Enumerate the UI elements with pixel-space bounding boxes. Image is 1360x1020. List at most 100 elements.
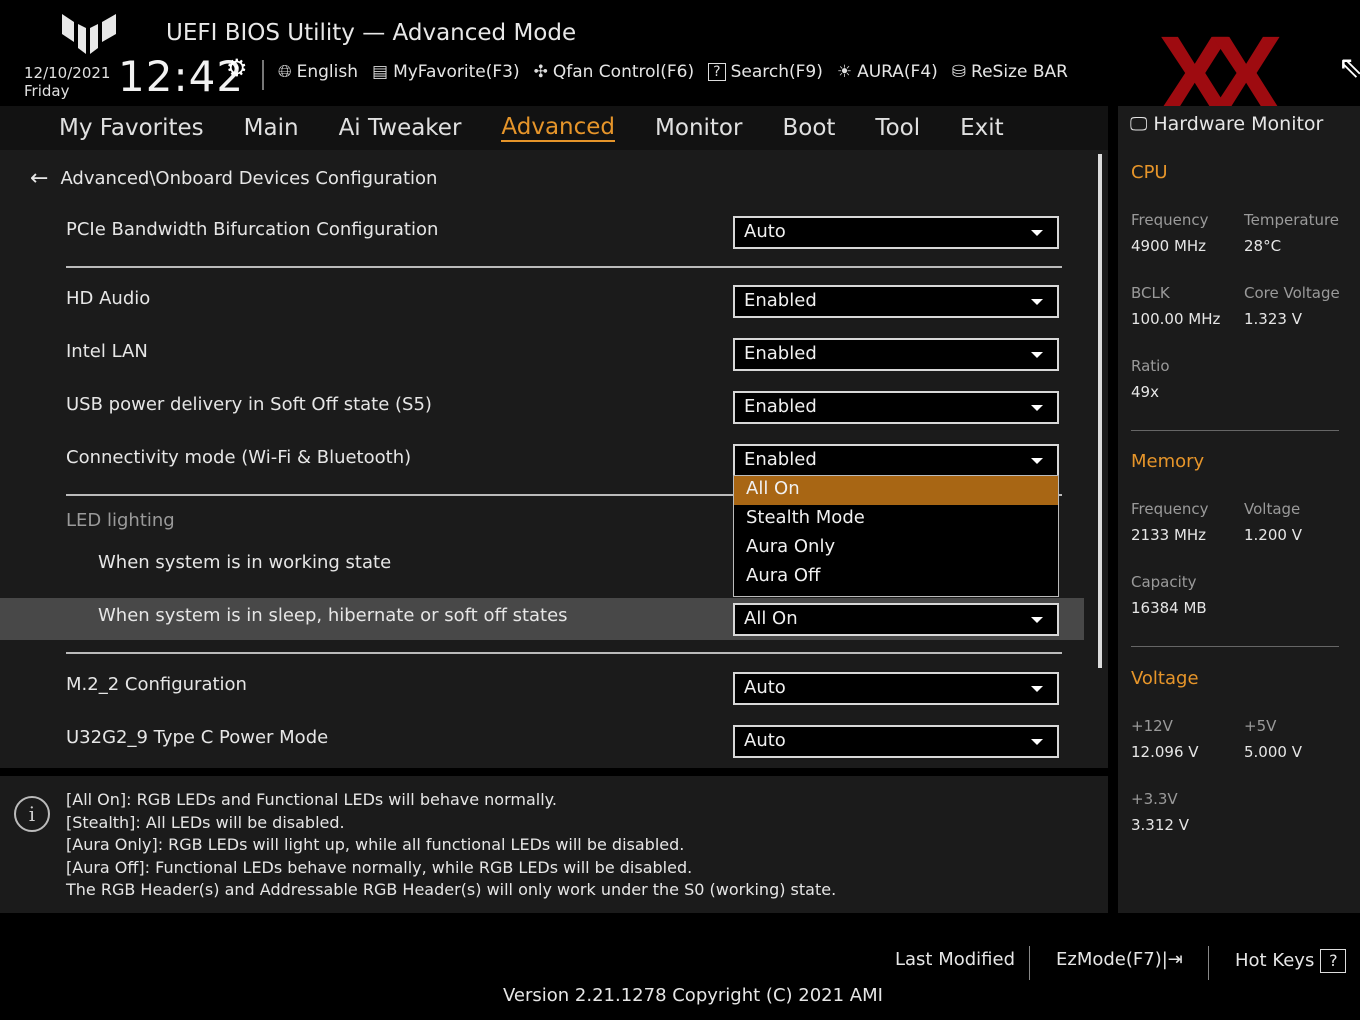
select-value: Enabled — [744, 449, 817, 470]
tab-my-favorites[interactable]: My Favorites — [59, 115, 204, 141]
led-lighting-heading: LED lighting — [66, 510, 175, 531]
u32g2-select[interactable]: Auto — [733, 725, 1059, 758]
option-stealth-mode[interactable]: Stealth Mode — [734, 505, 1058, 534]
caret-down-icon — [1031, 405, 1043, 411]
help-line: [All On]: RGB LEDs and Functional LEDs w… — [66, 790, 557, 809]
breadcrumb-path: Advanced\Onboard Devices Configuration — [60, 168, 438, 189]
help-text: [All On]: RGB LEDs and Functional LEDs w… — [66, 789, 836, 902]
help-line: [Aura Off]: Functional LEDs behave norma… — [66, 857, 693, 877]
language-button[interactable]: 🌐︎ English — [278, 62, 358, 82]
myfavorite-button[interactable]: ▤ MyFavorite(F3) — [372, 62, 520, 82]
qfan-button[interactable]: ✣ Qfan Control(F6) — [534, 62, 695, 82]
cpu-heading: CPU — [1131, 162, 1168, 183]
last-modified-button[interactable]: Last Modified — [895, 949, 1015, 970]
v12-label: +12V — [1131, 717, 1173, 735]
back-arrow-icon[interactable]: ← — [30, 166, 48, 191]
help-line: [Stealth]: All LEDs will be disabled. — [66, 812, 345, 832]
app-title: UEFI BIOS Utility — Advanced Mode — [166, 20, 577, 46]
resizebar-label: ReSize BAR — [971, 62, 1068, 82]
divider — [66, 652, 1062, 654]
m2-2-label: M.2_2 Configuration — [66, 674, 247, 695]
caret-down-icon — [1031, 299, 1043, 305]
v12-value: 12.096 V — [1131, 743, 1199, 761]
tab-ai-tweaker[interactable]: Ai Tweaker — [339, 115, 462, 141]
hd-audio-label: HD Audio — [66, 288, 151, 309]
option-all-on[interactable]: All On — [734, 476, 1058, 505]
caret-down-icon — [1031, 617, 1043, 623]
tab-advanced[interactable]: Advanced — [501, 114, 616, 142]
monitor-icon: 🖵︎ — [1130, 113, 1148, 135]
select-value: Auto — [744, 221, 786, 242]
bclk-label: BCLK — [1131, 284, 1170, 302]
globe-icon: 🌐︎ — [278, 62, 292, 82]
resizebar-icon: ⛁ — [951, 62, 967, 82]
ezmode-label: EzMode(F7)| — [1056, 949, 1168, 970]
qfan-label: Qfan Control(F6) — [552, 62, 695, 82]
option-aura-off[interactable]: Aura Off — [734, 563, 1058, 592]
mouse-cursor-icon: ⇖ — [1338, 50, 1360, 85]
divider — [1029, 946, 1030, 980]
exit-arrow-icon: ⇥ — [1167, 949, 1183, 970]
search-label: Search(F9) — [730, 62, 823, 82]
aura-light-icon: ☀ — [836, 62, 853, 82]
hotkeys-button[interactable]: Hot Keys? — [1235, 949, 1347, 973]
intel-lan-select[interactable]: Enabled — [733, 338, 1059, 371]
info-icon: i — [14, 796, 50, 832]
resizebar-button[interactable]: ⛁ ReSize BAR — [952, 62, 1068, 82]
u32g2-label: U32G2_9 Type C Power Mode — [66, 727, 329, 748]
memory-heading: Memory — [1131, 451, 1205, 472]
m2-2-select[interactable]: Auto — [733, 672, 1059, 705]
version-text: Version 2.21.1278 Copyright (C) 2021 AMI — [503, 985, 883, 1006]
ratio-label: Ratio — [1131, 357, 1170, 375]
pcie-bifurcation-select[interactable]: Auto — [733, 216, 1059, 249]
caret-down-icon — [1031, 739, 1043, 745]
aura-button[interactable]: ☀ AURA(F4) — [837, 62, 938, 82]
hd-audio-select[interactable]: Enabled — [733, 285, 1059, 318]
gear-icon[interactable]: ⚙ — [226, 54, 248, 82]
scrollbar[interactable] — [1098, 154, 1102, 668]
intel-lan-label: Intel LAN — [66, 341, 148, 362]
select-value: Auto — [744, 677, 786, 698]
usb-power-select[interactable]: Enabled — [733, 391, 1059, 424]
option-label: All On — [746, 478, 800, 499]
select-value: Enabled — [744, 396, 817, 417]
tab-monitor[interactable]: Monitor — [655, 115, 742, 141]
memory-voltage-value: 1.200 V — [1244, 526, 1302, 544]
divider — [1131, 646, 1339, 647]
v5-label: +5V — [1244, 717, 1277, 735]
date: 12/10/2021 — [24, 64, 111, 82]
option-label: Stealth Mode — [746, 507, 865, 528]
connectivity-label: Connectivity mode (Wi-Fi & Bluetooth) — [66, 447, 412, 468]
cpu-temperature-value: 28°C — [1244, 237, 1282, 255]
hotkeys-label: Hot Keys — [1235, 950, 1315, 971]
divider — [1131, 430, 1339, 431]
option-aura-only[interactable]: Aura Only — [734, 534, 1058, 563]
v33-label: +3.3V — [1131, 790, 1178, 808]
cpu-frequency-value: 4900 MHz — [1131, 237, 1207, 255]
ezmode-button[interactable]: EzMode(F7)|⇥ — [1056, 949, 1183, 970]
cpu-temperature-label: Temperature — [1244, 211, 1340, 229]
day: Friday — [24, 82, 70, 100]
select-value: Enabled — [744, 343, 817, 364]
tab-main[interactable]: Main — [244, 115, 299, 141]
capacity-value: 16384 MB — [1131, 599, 1207, 617]
divider — [262, 60, 264, 90]
led-sleep-select[interactable]: All On — [733, 603, 1059, 636]
tab-boot[interactable]: Boot — [782, 115, 835, 141]
fan-icon: ✣ — [533, 62, 548, 82]
ratio-value: 49x — [1131, 383, 1159, 401]
tuf-logo-icon — [62, 14, 116, 54]
tab-tool[interactable]: Tool — [875, 115, 920, 141]
date-display: 12/10/2021 Friday — [24, 64, 110, 100]
voltage-heading: Voltage — [1131, 668, 1199, 689]
tab-exit[interactable]: Exit — [960, 115, 1004, 141]
option-label: Aura Only — [746, 536, 836, 557]
select-value: All On — [744, 608, 798, 629]
connectivity-select[interactable]: Enabled — [733, 444, 1059, 477]
core-voltage-label: Core Voltage — [1244, 284, 1340, 302]
v33-value: 3.312 V — [1131, 816, 1189, 834]
hardware-monitor-label: Hardware Monitor — [1153, 113, 1324, 135]
select-value: Auto — [744, 730, 786, 751]
memory-voltage-label: Voltage — [1244, 500, 1301, 518]
search-button[interactable]: ? Search(F9) — [708, 62, 823, 82]
